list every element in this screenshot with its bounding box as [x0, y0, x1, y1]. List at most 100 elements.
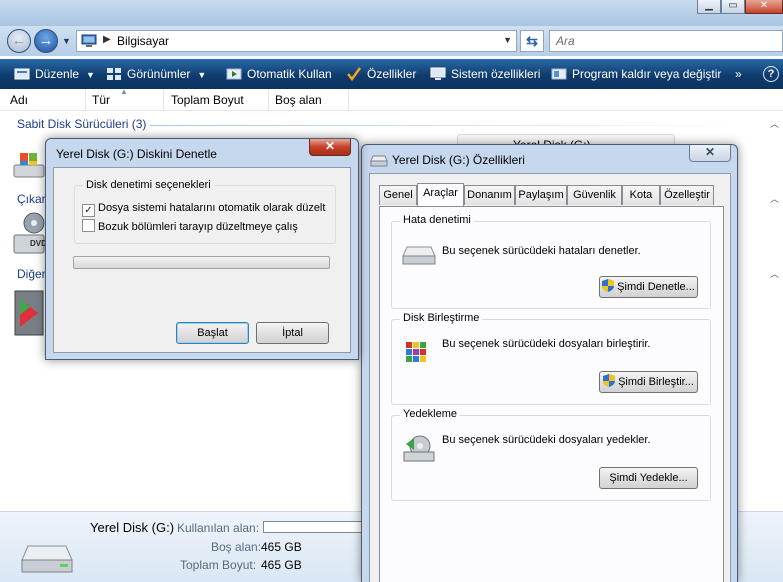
back-button[interactable]: ←: [7, 29, 31, 53]
start-button[interactable]: Başlat: [176, 322, 249, 344]
error-check-group: Hata denetimi Bu seçenek sürücüdeki hata…: [391, 214, 711, 309]
properties-label: Özellikler: [367, 67, 417, 81]
tab-security[interactable]: Güvenlik: [567, 185, 622, 205]
group-header-removable[interactable]: Çıkar: [17, 192, 46, 206]
check-now-label: Şimdi Denetle...: [617, 281, 695, 293]
views-label: Görünümler: [127, 67, 191, 81]
minimize-button[interactable]: ▁: [697, 0, 721, 14]
tab-general[interactable]: Genel: [379, 185, 417, 205]
sort-indicator-icon: ▲: [120, 87, 128, 96]
backup-description: Bu seçenek sürücüdeki dosyaları yedekler…: [442, 434, 651, 446]
scan-bad-sectors-checkbox[interactable]: Bozuk bölümleri tarayıp düzeltmeye çalış: [82, 219, 298, 233]
check-now-button[interactable]: Şimdi Denetle...: [599, 276, 698, 298]
defragment-now-label: Şimdi Birleştir...: [618, 376, 694, 388]
system-properties-button[interactable]: Sistem özellikleri: [430, 59, 540, 89]
backup-group: Yedekleme Bu seçenek sürücüdeki dosyalar…: [391, 408, 711, 501]
properties-button[interactable]: Özellikler: [346, 59, 416, 89]
tab-sharing[interactable]: Paylaşım: [515, 185, 567, 205]
cancel-button[interactable]: İptal: [256, 322, 329, 344]
organize-button[interactable]: Düzenle ▼: [14, 59, 95, 89]
address-bar[interactable]: ▶ Bilgisayar ▼: [76, 30, 517, 52]
properties-dialog: Yerel Disk (G:) Özellikleri ✕ Genel Araç…: [361, 144, 738, 582]
autoplay-label: Otomatik Kullan: [247, 67, 332, 81]
explorer-title-bar: ▁ ▭ ✕: [0, 0, 783, 26]
system-properties-icon: [430, 67, 446, 80]
tab-tools[interactable]: Araçlar: [417, 183, 464, 206]
used-space-label: Kullanılan alan:: [177, 521, 260, 535]
organize-label: Düzenle: [35, 67, 80, 81]
scan-bad-sectors-checkbox-box[interactable]: [82, 219, 95, 232]
dvd-drive-icon: DVD: [13, 212, 46, 254]
address-dropdown-icon[interactable]: ▼: [503, 35, 512, 45]
defrag-group: Disk Birleştirme Bu seçenek sürücüdeki d…: [391, 312, 711, 405]
views-icon: [107, 68, 121, 80]
check-disk-dialog: Yerel Disk (G:) Diskini Denetle ✕ Disk d…: [45, 138, 359, 360]
defrag-group-label: Disk Birleştirme: [400, 312, 483, 324]
system-properties-label: Sistem özellikleri: [451, 67, 541, 81]
fix-errors-checkbox-box[interactable]: ✓: [82, 204, 95, 217]
refresh-button[interactable]: ⇆: [520, 30, 544, 52]
used-space-bar: [263, 521, 373, 533]
autoplay-button[interactable]: Otomatik Kullan: [226, 59, 332, 89]
check-disk-close-button[interactable]: ✕: [309, 139, 351, 156]
computer-icon: [81, 34, 97, 47]
address-location[interactable]: Bilgisayar: [117, 34, 169, 48]
check-options-group-label: Disk denetimi seçenekleri: [83, 179, 214, 191]
views-button[interactable]: Görünümler ▼: [106, 59, 206, 89]
fix-errors-checkbox[interactable]: ✓ Dosya sistemi hatalarını otomatik olara…: [82, 202, 325, 217]
address-row: ← → ▼ ▶ Bilgisayar ▼ ⇆ Ara: [0, 26, 783, 56]
recent-pages-dropdown-icon[interactable]: ▼: [62, 36, 71, 46]
free-space-value: 465 GB: [261, 540, 302, 554]
other-device-icon: [14, 290, 44, 336]
check-progress-bar: [73, 256, 330, 269]
uninstall-program-label: Program kaldır veya değiştir: [572, 67, 722, 81]
tools-tab-panel: Hata denetimi Bu seçenek sürücüdeki hata…: [379, 206, 724, 582]
maximize-button[interactable]: ▭: [721, 0, 745, 14]
defrag-icon: [406, 342, 426, 362]
check-options-group: Disk denetimi seçenekleri ✓ Dosya sistemi…: [74, 179, 336, 244]
collapse-chevron-icon[interactable]: ︿: [770, 192, 779, 205]
group-header-other[interactable]: Diğer: [17, 267, 46, 281]
check-disk-dialog-title: Yerel Disk (G:) Diskini Denetle: [56, 147, 217, 161]
error-check-description: Bu seçenek sürücüdeki hataları denetler.: [442, 245, 641, 257]
properties-dialog-title: Yerel Disk (G:) Özellikleri: [392, 153, 525, 167]
autoplay-icon: [226, 68, 242, 80]
windows-drive-icon: [13, 153, 45, 178]
total-size-value: 465 GB: [261, 558, 302, 572]
column-header-name[interactable]: Adı: [4, 89, 86, 111]
breadcrumb-separator-icon[interactable]: ▶: [103, 34, 111, 45]
column-headers: Adı Tür ▲ Toplam Boyut Boş alan: [0, 87, 783, 111]
close-window-button[interactable]: ✕: [745, 0, 783, 14]
collapse-chevron-icon[interactable]: ︿: [770, 117, 779, 130]
forward-button[interactable]: →: [34, 29, 58, 53]
collapse-chevron-icon[interactable]: ︿: [770, 267, 779, 280]
column-header-type-label: Tür: [92, 93, 110, 107]
check-disk-client-area: Disk denetimi seçenekleri ✓ Dosya sistemi…: [53, 167, 351, 353]
more-commands-button[interactable]: »: [735, 59, 742, 89]
svg-text:DVD: DVD: [30, 239, 46, 248]
command-toolbar: Düzenle ▼ Görünümler ▼ Otomatik Kullan Öze…: [0, 59, 783, 89]
uac-shield-icon: [603, 374, 616, 387]
fix-errors-checkbox-label: Dosya sistemi hatalarını otomatik olarak…: [98, 202, 326, 214]
uac-shield-icon: [602, 279, 615, 292]
drive-title-icon: [370, 155, 388, 167]
backup-now-button[interactable]: Şimdi Yedekle...: [599, 467, 698, 489]
hard-drive-icon: [21, 545, 73, 573]
backup-icon: [403, 435, 435, 462]
search-input[interactable]: Ara: [549, 30, 783, 52]
group-divider: [150, 125, 750, 126]
help-button[interactable]: ?: [763, 66, 779, 82]
drive-check-icon: [402, 246, 436, 265]
tab-hardware[interactable]: Donanım: [464, 185, 515, 205]
column-header-free-space[interactable]: Boş alan: [269, 89, 349, 111]
group-header-hard-disks[interactable]: Sabit Disk Sürücüleri (3): [17, 117, 146, 131]
uninstall-program-button[interactable]: Program kaldır veya değiştir: [551, 59, 721, 89]
column-header-total-size[interactable]: Toplam Boyut: [165, 89, 269, 111]
organize-icon: [14, 68, 30, 80]
error-check-group-label: Hata denetimi: [400, 214, 474, 226]
tab-quota[interactable]: Kota: [622, 185, 660, 205]
defragment-now-button[interactable]: Şimdi Birleştir...: [599, 371, 698, 393]
tab-customize[interactable]: Özelleştir: [660, 185, 714, 205]
tab-strip: Genel Araçlar Donanım Paylaşım Güvenlik …: [379, 183, 724, 207]
properties-close-button[interactable]: ✕: [689, 145, 731, 162]
